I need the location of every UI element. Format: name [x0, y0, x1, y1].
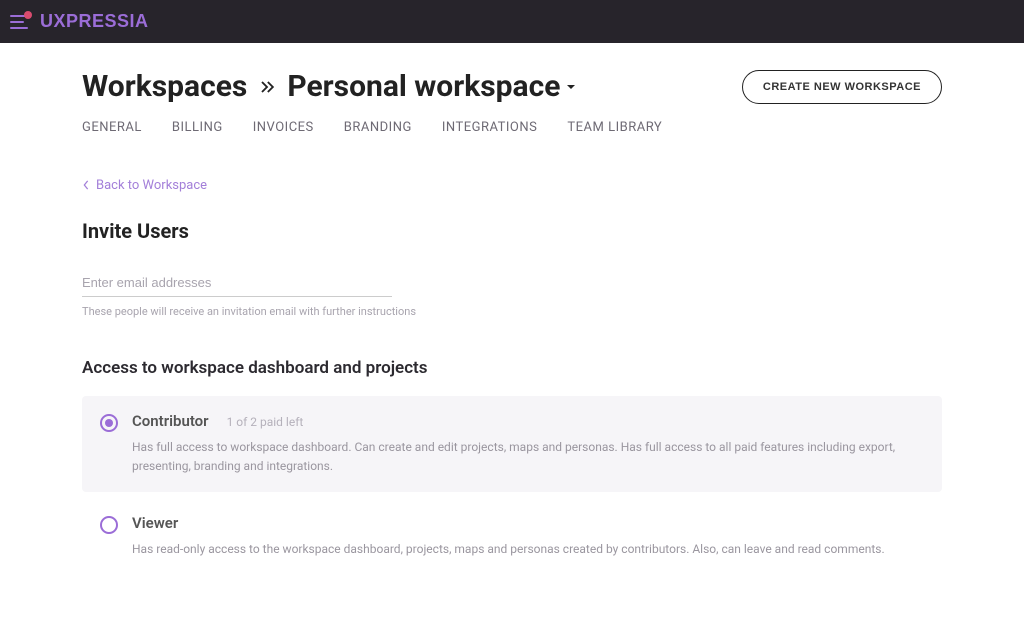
- tab-integrations[interactable]: INTEGRATIONS: [442, 120, 538, 135]
- radio-contributor[interactable]: [100, 414, 118, 432]
- role-name: Viewer: [132, 514, 178, 532]
- role-name: Contributor: [132, 412, 209, 430]
- role-card-contributor[interactable]: Contributor 1 of 2 paid left Has full ac…: [82, 396, 942, 492]
- tab-general[interactable]: GENERAL: [82, 120, 142, 135]
- tab-team-library[interactable]: TEAM LIBRARY: [567, 120, 662, 135]
- role-card-viewer[interactable]: Viewer Has read-only access to the works…: [82, 498, 942, 575]
- notification-dot: [24, 11, 32, 19]
- email-hint: These people will receive an invitation …: [82, 305, 942, 318]
- breadcrumb-current[interactable]: Personal workspace: [287, 69, 560, 104]
- role-desc: Has full access to workspace dashboard. …: [132, 438, 924, 476]
- back-link[interactable]: Back to Workspace: [82, 178, 207, 193]
- radio-selected-dot: [105, 419, 113, 427]
- email-input[interactable]: [82, 269, 392, 297]
- topbar: UXPRESSIA: [0, 0, 1024, 43]
- tabs: GENERAL BILLING INVOICES BRANDING INTEGR…: [82, 120, 942, 135]
- chevron-double-right-icon: [257, 77, 277, 97]
- breadcrumb: Workspaces Personal workspace: [82, 69, 576, 104]
- tab-branding[interactable]: BRANDING: [344, 120, 412, 135]
- access-title: Access to workspace dashboard and projec…: [82, 358, 942, 378]
- breadcrumb-root[interactable]: Workspaces: [82, 69, 247, 104]
- caret-down-icon[interactable]: [566, 82, 576, 92]
- radio-viewer[interactable]: [100, 516, 118, 534]
- invite-title: Invite Users: [82, 219, 942, 243]
- back-link-label: Back to Workspace: [96, 178, 207, 193]
- tab-billing[interactable]: BILLING: [172, 120, 223, 135]
- role-desc: Has read-only access to the workspace da…: [132, 540, 924, 559]
- chevron-left-icon: [82, 180, 90, 190]
- tab-invoices[interactable]: INVOICES: [253, 120, 314, 135]
- brand-logo[interactable]: UXPRESSIA: [40, 11, 149, 32]
- menu-icon[interactable]: [10, 13, 32, 31]
- create-workspace-button[interactable]: CREATE NEW WORKSPACE: [742, 70, 942, 104]
- role-meta: 1 of 2 paid left: [227, 415, 304, 429]
